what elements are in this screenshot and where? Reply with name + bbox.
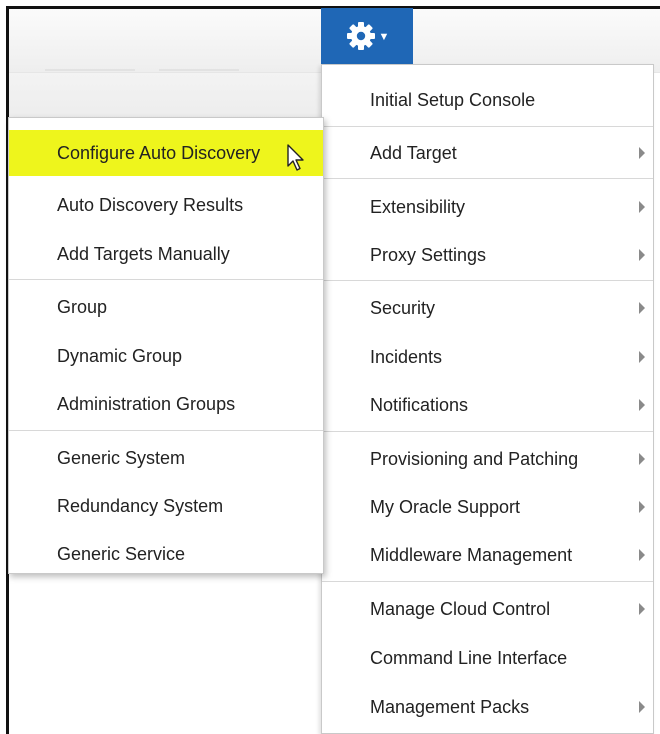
chevron-right-icon	[639, 351, 645, 363]
menu-item-manage-cloud-control[interactable]: Manage Cloud Control	[322, 586, 653, 632]
menu-separator	[9, 430, 323, 431]
gear-icon	[346, 22, 375, 50]
menu-item-extensibility[interactable]: Extensibility	[322, 184, 653, 230]
chevron-right-icon	[639, 249, 645, 261]
chevron-right-icon	[639, 501, 645, 513]
menu-item-security[interactable]: Security	[322, 285, 653, 331]
chevron-right-icon	[639, 399, 645, 411]
menu-separator	[322, 126, 653, 127]
chevron-down-icon: ▼	[378, 30, 390, 43]
menu-separator	[322, 581, 653, 582]
menu-separator	[322, 178, 653, 179]
header-tab-edge	[159, 69, 239, 71]
submenu-item-auto-discovery-results[interactable]: Auto Discovery Results	[9, 182, 323, 228]
menu-item-middleware-management[interactable]: Middleware Management	[322, 532, 653, 578]
menu-item-notifications[interactable]: Notifications	[322, 382, 653, 428]
chevron-right-icon	[639, 549, 645, 561]
menu-item-command-line-interface[interactable]: Command Line Interface	[322, 635, 653, 681]
submenu-item-generic-system[interactable]: Generic System	[9, 435, 323, 481]
menu-separator	[322, 280, 653, 281]
chevron-right-icon	[639, 302, 645, 314]
header-tab-edge	[45, 69, 135, 71]
chevron-right-icon	[639, 453, 645, 465]
chevron-right-icon	[639, 603, 645, 615]
menu-item-incidents[interactable]: Incidents	[322, 334, 653, 380]
mouse-pointer-icon	[287, 144, 304, 171]
submenu-item-group[interactable]: Group	[9, 284, 323, 330]
setup-menu: Initial Setup Console Add Target Extensi…	[321, 64, 654, 734]
menu-separator	[322, 431, 653, 432]
submenu-item-generic-service[interactable]: Generic Service	[9, 531, 323, 577]
menu-item-add-target[interactable]: Add Target	[322, 130, 653, 176]
menu-item-management-packs[interactable]: Management Packs	[322, 684, 653, 730]
chevron-right-icon	[639, 147, 645, 159]
menu-item-initial-setup-console[interactable]: Initial Setup Console	[322, 77, 653, 123]
setup-menu-button[interactable]: ▼	[321, 8, 413, 64]
menu-separator	[9, 279, 323, 280]
menu-item-proxy-settings[interactable]: Proxy Settings	[322, 232, 653, 278]
submenu-item-dynamic-group[interactable]: Dynamic Group	[9, 333, 323, 379]
menu-item-provisioning-and-patching[interactable]: Provisioning and Patching	[322, 436, 653, 482]
chevron-right-icon	[639, 701, 645, 713]
submenu-item-administration-groups[interactable]: Administration Groups	[9, 381, 323, 427]
add-target-submenu: Configure Auto Discovery Auto Discovery …	[8, 117, 324, 574]
submenu-item-add-targets-manually[interactable]: Add Targets Manually	[9, 231, 323, 277]
menu-item-my-oracle-support[interactable]: My Oracle Support	[322, 484, 653, 530]
submenu-item-configure-auto-discovery[interactable]: Configure Auto Discovery	[9, 130, 323, 176]
chevron-right-icon	[639, 201, 645, 213]
submenu-item-redundancy-system[interactable]: Redundancy System	[9, 483, 323, 529]
